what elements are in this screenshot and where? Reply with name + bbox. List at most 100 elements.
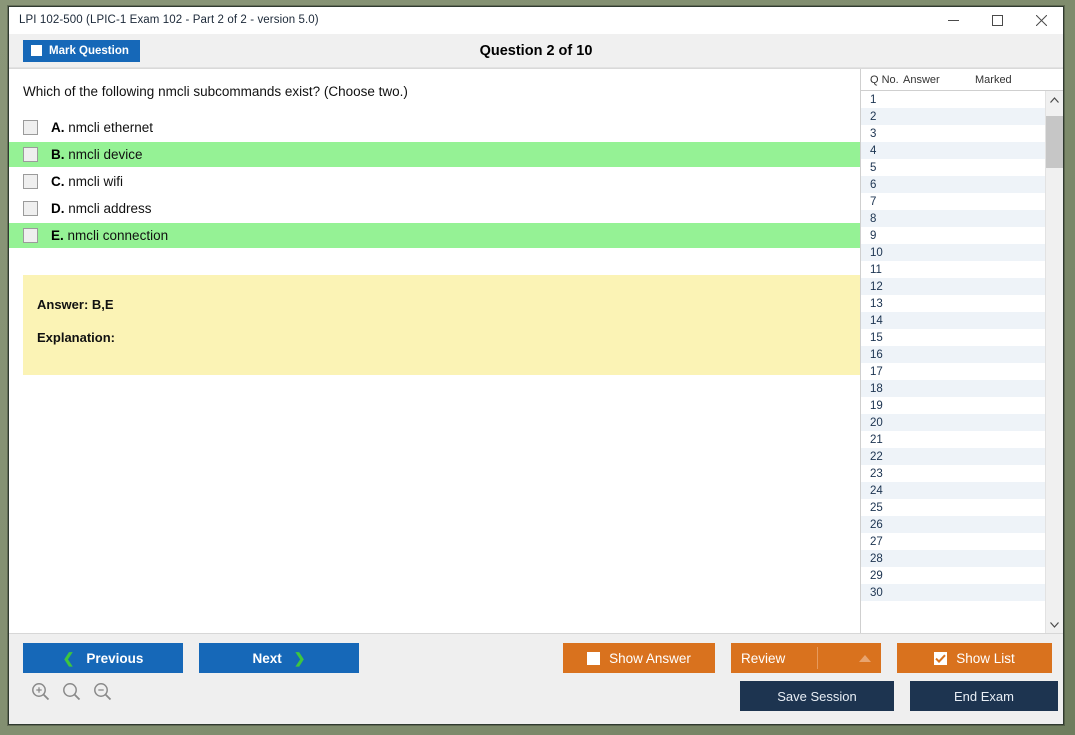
end-exam-button[interactable]: End Exam bbox=[910, 681, 1058, 711]
row-question-number: 13 bbox=[870, 297, 883, 310]
row-question-number: 30 bbox=[870, 586, 883, 599]
show-answer-checkbox[interactable] bbox=[587, 651, 601, 665]
close-icon[interactable] bbox=[1019, 7, 1063, 33]
show-list-button[interactable]: Show List bbox=[897, 643, 1052, 673]
table-row[interactable]: 9 bbox=[861, 227, 1045, 244]
row-question-number: 9 bbox=[870, 229, 877, 242]
zoom-controls bbox=[31, 682, 112, 701]
table-row[interactable]: 7 bbox=[861, 193, 1045, 210]
row-question-number: 1 bbox=[870, 93, 877, 106]
option-checkbox[interactable] bbox=[23, 147, 38, 162]
row-question-number: 10 bbox=[870, 246, 883, 259]
list-scrollbar[interactable] bbox=[1045, 91, 1063, 633]
option-checkbox[interactable] bbox=[23, 228, 38, 243]
table-row[interactable]: 16 bbox=[861, 346, 1045, 363]
table-row[interactable]: 26 bbox=[861, 516, 1045, 533]
option-label: D. nmcli address bbox=[51, 201, 152, 216]
option-checkbox[interactable] bbox=[23, 174, 38, 189]
table-row[interactable]: 28 bbox=[861, 550, 1045, 567]
answer-options-list: A. nmcli ethernet B. nmcli device C. nmc… bbox=[9, 115, 860, 250]
table-row[interactable]: 14 bbox=[861, 312, 1045, 329]
question-list-body: 1 2 3 4 5 6 7 8 9 10 11 12 13 14 15 16 17 18 19 20 21 22 23 24 2… bbox=[861, 91, 1063, 633]
table-row[interactable]: 1 bbox=[861, 91, 1045, 108]
show-list-checkbox[interactable] bbox=[934, 651, 948, 665]
exam-window: LPI 102-500 (LPIC-1 Exam 102 - Part 2 of… bbox=[8, 6, 1064, 725]
row-question-number: 27 bbox=[870, 535, 883, 548]
table-row[interactable]: 24 bbox=[861, 482, 1045, 499]
table-row[interactable]: 15 bbox=[861, 329, 1045, 346]
option-checkbox[interactable] bbox=[23, 120, 38, 135]
row-question-number: 3 bbox=[870, 127, 877, 140]
row-question-number: 22 bbox=[870, 450, 883, 463]
chevron-left-icon: ❮ bbox=[62, 650, 75, 666]
table-row[interactable]: 19 bbox=[861, 397, 1045, 414]
scroll-down-icon[interactable] bbox=[1046, 616, 1063, 633]
option-text: nmcli address bbox=[68, 201, 152, 216]
option-checkbox[interactable] bbox=[23, 201, 38, 216]
answer-option-c[interactable]: C. nmcli wifi bbox=[9, 169, 860, 194]
table-row[interactable]: 21 bbox=[861, 431, 1045, 448]
question-text: Which of the following nmcli subcommands… bbox=[23, 84, 408, 99]
table-row[interactable]: 6 bbox=[861, 176, 1045, 193]
mark-question-button[interactable]: Mark Question bbox=[23, 39, 140, 62]
table-row[interactable]: 10 bbox=[861, 244, 1045, 261]
previous-button[interactable]: ❮ Previous bbox=[23, 643, 183, 673]
zoom-in-icon[interactable] bbox=[31, 682, 50, 701]
top-toolbar: Mark Question Question 2 of 10 bbox=[9, 34, 1063, 68]
table-row[interactable]: 25 bbox=[861, 499, 1045, 516]
row-question-number: 15 bbox=[870, 331, 883, 344]
row-question-number: 4 bbox=[870, 144, 877, 157]
row-question-number: 23 bbox=[870, 467, 883, 480]
maximize-icon[interactable] bbox=[975, 7, 1019, 33]
row-question-number: 18 bbox=[870, 382, 883, 395]
question-list-panel: Q No. Answer Marked 1 2 3 4 5 6 7 8 9 10 11 12 13 14 1… bbox=[860, 69, 1063, 633]
next-button[interactable]: Next ❯ bbox=[199, 643, 359, 673]
table-row[interactable]: 17 bbox=[861, 363, 1045, 380]
option-letter: C. bbox=[51, 174, 65, 189]
answer-option-b[interactable]: B. nmcli device bbox=[9, 142, 860, 167]
scroll-track[interactable] bbox=[1046, 108, 1063, 616]
window-title: LPI 102-500 (LPIC-1 Exam 102 - Part 2 of… bbox=[19, 14, 319, 26]
answer-option-a[interactable]: A. nmcli ethernet bbox=[9, 115, 860, 140]
minimize-icon[interactable] bbox=[931, 7, 975, 33]
review-dropdown[interactable]: Review bbox=[731, 643, 881, 673]
question-content: Which of the following nmcli subcommands… bbox=[9, 69, 860, 633]
row-question-number: 2 bbox=[870, 110, 877, 123]
option-text: nmcli device bbox=[68, 147, 143, 162]
explanation-line: Explanation: bbox=[37, 330, 116, 345]
desktop-background: LPI 102-500 (LPIC-1 Exam 102 - Part 2 of… bbox=[0, 0, 1075, 735]
zoom-reset-icon[interactable] bbox=[62, 682, 81, 701]
table-row[interactable]: 27 bbox=[861, 533, 1045, 550]
show-answer-button[interactable]: Show Answer bbox=[563, 643, 715, 673]
chevron-up-icon bbox=[859, 654, 871, 662]
mark-question-label: Mark Question bbox=[49, 44, 129, 57]
zoom-out-icon[interactable] bbox=[93, 682, 112, 701]
save-session-button[interactable]: Save Session bbox=[740, 681, 894, 711]
table-row[interactable]: 18 bbox=[861, 380, 1045, 397]
row-question-number: 7 bbox=[870, 195, 877, 208]
table-row[interactable]: 2 bbox=[861, 108, 1045, 125]
table-row[interactable]: 20 bbox=[861, 414, 1045, 431]
scroll-thumb[interactable] bbox=[1046, 116, 1063, 168]
answer-option-d[interactable]: D. nmcli address bbox=[9, 196, 860, 221]
table-row[interactable]: 5 bbox=[861, 159, 1045, 176]
table-row[interactable]: 8 bbox=[861, 210, 1045, 227]
option-text: nmcli wifi bbox=[68, 174, 124, 189]
table-row[interactable]: 23 bbox=[861, 465, 1045, 482]
scroll-up-icon[interactable] bbox=[1046, 91, 1063, 108]
table-row[interactable]: 12 bbox=[861, 278, 1045, 295]
answer-option-e[interactable]: E. nmcli connection bbox=[9, 223, 860, 248]
table-row[interactable]: 3 bbox=[861, 125, 1045, 142]
table-row[interactable]: 11 bbox=[861, 261, 1045, 278]
table-row[interactable]: 30 bbox=[861, 584, 1045, 601]
next-label: Next bbox=[252, 650, 282, 666]
row-question-number: 6 bbox=[870, 178, 877, 191]
table-row[interactable]: 22 bbox=[861, 448, 1045, 465]
option-letter: E. bbox=[51, 228, 64, 243]
review-separator bbox=[817, 647, 818, 669]
question-list-header: Q No. Answer Marked bbox=[861, 69, 1063, 91]
table-row[interactable]: 29 bbox=[861, 567, 1045, 584]
table-row[interactable]: 13 bbox=[861, 295, 1045, 312]
mark-question-checkbox[interactable] bbox=[31, 45, 42, 56]
table-row[interactable]: 4 bbox=[861, 142, 1045, 159]
